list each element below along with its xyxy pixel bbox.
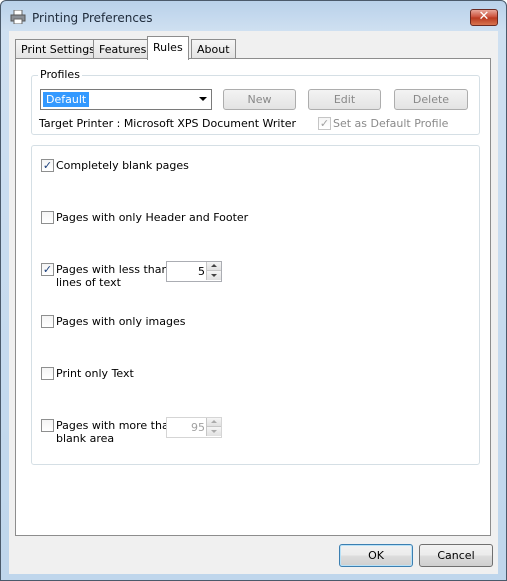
less-lines-spinner[interactable]: 5 (166, 261, 222, 282)
less-lines-value: 5 (198, 265, 205, 278)
tab-features[interactable]: Features (93, 39, 153, 59)
only-images-label: Pages with only images (56, 315, 186, 328)
profile-dropdown[interactable]: Default (40, 89, 212, 110)
set-default-label: Set as Default Profile (333, 117, 449, 130)
spin-down-icon[interactable] (206, 271, 221, 280)
close-icon: ✕ (478, 9, 490, 24)
header-footer-label: Pages with only Header and Footer (56, 211, 249, 224)
rules-panel: Profiles Default New Edit Delete Target … (15, 58, 491, 536)
blank-area-label-line2: blank area (56, 432, 115, 445)
delete-profile-button[interactable]: Delete (394, 89, 468, 110)
chevron-down-icon (199, 97, 207, 101)
less-lines-label-line1: Pages with less than (56, 263, 169, 276)
spin-up-icon[interactable] (206, 418, 221, 427)
profile-dropdown-value: Default (43, 92, 90, 107)
printing-preferences-window: Printing Preferences ✕ Print Settings Fe… (0, 0, 507, 581)
close-button[interactable]: ✕ (470, 9, 498, 26)
rules-group: ✓ Completely blank pages Pages with only… (31, 145, 480, 465)
tab-about[interactable]: About (191, 39, 236, 59)
ok-button[interactable]: OK (339, 544, 413, 567)
tab-label: Features (99, 43, 147, 56)
spin-up-icon[interactable] (206, 262, 221, 271)
cancel-button[interactable]: Cancel (419, 544, 493, 567)
blank-area-label-line1: Pages with more than (56, 419, 176, 432)
profiles-group: Profiles Default New Edit Delete Target … (31, 68, 480, 135)
printer-icon (10, 10, 26, 24)
only-images-checkbox[interactable] (41, 315, 54, 328)
new-profile-button[interactable]: New (223, 89, 296, 110)
blank-pages-checkbox[interactable]: ✓ (41, 159, 54, 172)
less-lines-label-line2: lines of text (56, 276, 121, 289)
edit-profile-button[interactable]: Edit (308, 89, 381, 110)
set-default-checkbox[interactable]: ✓ (318, 117, 331, 130)
tab-label: Print Settings (21, 43, 95, 56)
dialog-client-area: Print Settings Features Rules About Prof… (9, 31, 498, 574)
only-text-label: Print only Text (56, 367, 134, 380)
less-lines-checkbox[interactable]: ✓ (41, 263, 54, 276)
tab-rules[interactable]: Rules (147, 36, 189, 60)
blank-area-checkbox[interactable] (41, 419, 54, 432)
title-bar[interactable]: Printing Preferences ✕ (1, 1, 506, 31)
header-footer-checkbox[interactable] (41, 211, 54, 224)
blank-pages-label: Completely blank pages (56, 159, 189, 172)
tab-label: About (197, 43, 230, 56)
profiles-group-title: Profiles (38, 68, 82, 81)
only-text-checkbox[interactable] (41, 367, 54, 380)
spin-down-icon[interactable] (206, 427, 221, 436)
window-title: Printing Preferences (32, 11, 153, 25)
blank-area-value: 95 (191, 421, 205, 434)
target-printer-label: Target Printer : Microsoft XPS Document … (39, 117, 297, 130)
tab-label: Rules (153, 41, 183, 54)
tab-print-settings[interactable]: Print Settings (15, 39, 101, 59)
blank-area-spinner[interactable]: 95 (166, 417, 222, 438)
